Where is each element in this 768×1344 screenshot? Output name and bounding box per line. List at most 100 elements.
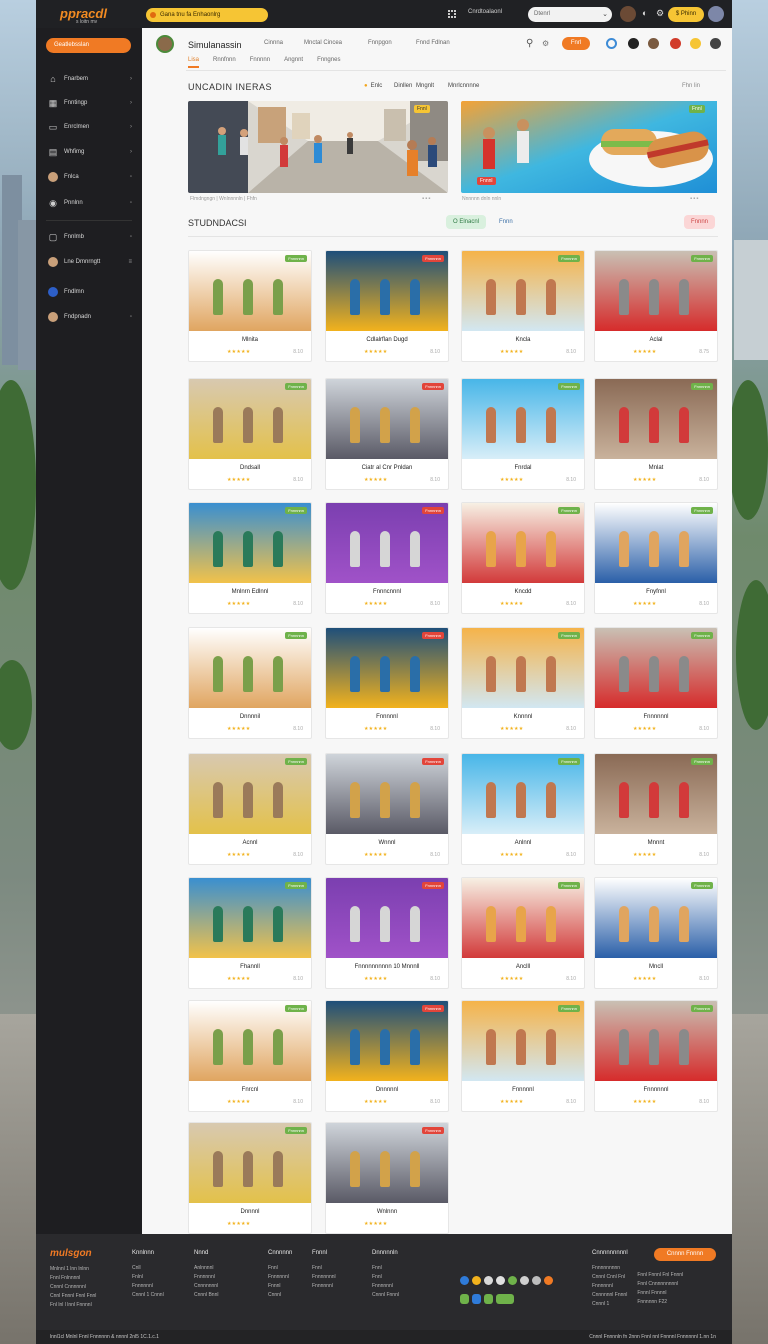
leaf-icon[interactable] [508,1276,517,1285]
product-card[interactable]: Fnnnnnn Fnrdal ★★★★★ 8.10 [461,378,585,490]
product-card[interactable]: Fnnnnnn Dndsall ★★★★★ 8.10 [188,378,312,490]
footer-link[interactable]: Fnnnnnn F22 [637,1299,683,1305]
footer-link[interactable]: Anlnnnnl [194,1265,218,1271]
product-card[interactable]: Fnnnnnn Anlnnl ★★★★★ 8.10 [461,753,585,865]
card-image[interactable]: Fnnnnnn [326,754,448,834]
sidebar-item-1[interactable]: ▦ Fnntingp › [48,97,132,109]
footer-link[interactable]: Fnnnl [268,1283,292,1289]
page-avatar[interactable] [156,35,174,53]
product-card[interactable]: Fnnnnnn Fnnncnnnl ★★★★★ 8.10 [325,502,449,614]
tab-3[interactable]: Angnnt [284,57,303,68]
card-image[interactable]: Fnnnnnn [595,754,717,834]
android-icon[interactable] [460,1294,469,1304]
featured-filter-0[interactable]: Enlc [364,83,383,89]
footer-link[interactable]: Fnnnnnnl [312,1283,336,1289]
footer-link[interactable]: Fnnnnnnnnn [592,1265,627,1271]
footer-link[interactable]: Cnll [132,1265,164,1271]
section-filter-red[interactable]: Fnnnn [684,215,716,229]
play-store-icon[interactable] [484,1294,493,1304]
product-card[interactable]: Fnnnnnn Mncll ★★★★★ 8.10 [594,877,718,989]
app-store-badge[interactable] [496,1294,514,1304]
user-icon[interactable] [628,38,639,49]
product-card[interactable]: Fnnnnnn Mnlnrn Edlnnl ★★★★★ 8.10 [188,502,312,614]
card-image[interactable]: Fnnnnnn [462,1001,584,1081]
product-card[interactable]: Fnnnnnn Fnrcnl ★★★★★ 8.10 [188,1000,312,1112]
footer-link[interactable]: Fnlnl [132,1274,164,1280]
card-image[interactable]: Fnnnnnn [326,878,448,958]
header-nav-1[interactable]: Mnctal Cincea [304,40,342,46]
gear-icon[interactable]: ⚙ [542,39,549,48]
card-image[interactable]: Fnnnnnn [189,878,311,958]
card-image[interactable]: Fnnnnnn [189,379,311,459]
product-card[interactable]: Fnnnnnn Kncla ★★★★★ 8.10 [461,250,585,362]
product-card[interactable]: Fnnnnnn Acnnl ★★★★★ 8.10 [188,753,312,865]
section-filter-green[interactable]: O Elnacnl [446,215,487,229]
footer-link[interactable]: Cnnnl Cnnl Fnl [592,1274,627,1280]
footer-link[interactable]: Cnnnl Cnnnnnnl [50,1284,96,1290]
card-image[interactable]: Fnnnnnn [462,754,584,834]
avatar[interactable] [648,38,659,49]
card-image[interactable]: Fnnnnnn [462,503,584,583]
product-card[interactable]: Fnnnnnn Fnnnnnnl ★★★★★ 8.10 [594,1000,718,1112]
profile-avatar[interactable] [708,6,724,22]
sidebar-item-2[interactable]: ▭ Enrclmen › [48,121,132,133]
header-action-button[interactable]: Fnrl [562,37,590,50]
footer-link[interactable]: Cnnnl 1 Cnnnl [132,1292,164,1298]
carousel-dots-icon[interactable]: ▪▪▪ [690,196,699,202]
card-image[interactable]: Fnnnnnn [462,379,584,459]
sidebar-item-5[interactable]: ◉ Pnnlnn ▫ [48,197,132,209]
card-image[interactable]: Fnnnnnn [595,878,717,958]
product-card[interactable]: Fnnnnnn Anclll ★★★★★ 8.10 [461,877,585,989]
footer-link[interactable]: Fnnl [372,1274,399,1280]
star-icon[interactable] [472,1276,481,1285]
info-icon[interactable] [606,38,617,49]
featured-image-food[interactable]: Fnnnl Fnnl [461,101,721,193]
sidebar-item-9[interactable]: Fndpnadn ▫ [48,311,132,323]
footer-link[interactable]: Cnnnl 1 [592,1301,627,1307]
footer-link[interactable]: Fnnnnnnl [194,1274,218,1280]
sidebar-primary-button[interactable]: Geatlebsslan [46,38,131,53]
footer-link[interactable]: Fnnl Fnlnnnnl [50,1275,96,1281]
card-image[interactable]: Fnnnnnn [326,1123,448,1203]
sidebar-item-7[interactable]: Lne Dmnrngtt ≡ [48,256,132,268]
product-card[interactable]: Fnnnnnn Dnnnnil ★★★★★ 8.10 [188,627,312,739]
featured-filter-2[interactable]: Mngnlt [416,83,434,89]
card-image[interactable]: Fnnnnnn [326,503,448,583]
card-image[interactable]: Fnnnnnn [462,628,584,708]
product-card[interactable]: Fnnnnnn Mnlat ★★★★★ 8.10 [594,378,718,490]
footer-link[interactable]: Fnnnnnnl [132,1283,164,1289]
footer-link[interactable]: Fnnnnnnl [372,1283,399,1289]
footer-link[interactable]: Cnnnl Bnnl [194,1292,218,1298]
card-image[interactable]: Fnnnnnn [595,379,717,459]
carousel-dots-icon[interactable]: ▪▪▪ [422,196,431,202]
card-image[interactable]: Fnnnnnn [326,251,448,331]
header-nav-0[interactable]: Cinnna [264,40,283,46]
sidebar-item-0[interactable]: ⌂ Fnarbem › [48,73,132,85]
product-card[interactable]: Fnnnnnn Fnyfnnl ★★★★★ 8.10 [594,502,718,614]
product-card[interactable]: Fnnnnnn Wnnnl ★★★★★ 8.10 [325,753,449,865]
footer-link[interactable]: Fnnl Fnnnl Fnl Fnnnl [637,1272,683,1278]
sidebar-item-3[interactable]: ▤ Whfimg › [48,146,132,158]
share-icon[interactable] [484,1276,493,1285]
footer-link[interactable]: Fnnnnnnl [268,1274,292,1280]
product-card[interactable]: Fnnnnnn Dnnnnl ★★★★★ [188,1122,312,1234]
card-image[interactable]: Fnnnnnn [595,251,717,331]
card-image[interactable]: Fnnnnnn [189,754,311,834]
card-image[interactable]: Fnnnnnn [462,251,584,331]
settings-icon[interactable]: ⚙ [656,8,664,19]
card-image[interactable]: Fnnnnnn [326,379,448,459]
footer-link[interactable]: Fnnnl Fnnnnl [637,1290,683,1296]
sidebar-item-4[interactable]: Fnlca ▫ [48,171,132,183]
footer-link[interactable]: Cnnnnnnnl [194,1283,218,1289]
footer-legal[interactable]: Cnnnl Fnnnnln fn 2nnn Fnnl nnl Fnnnnl Fn… [589,1330,716,1344]
product-card[interactable]: Fnnnnnn Kncdd ★★★★★ 8.10 [461,502,585,614]
card-image[interactable]: Fnnnnnn [189,1001,311,1081]
header-nav-2[interactable]: Fnnpgon [368,40,392,46]
user-avatar[interactable] [620,6,636,22]
featured-filter-3[interactable]: Mnrlcnnnne [448,83,479,89]
tab-1[interactable]: Rnnfnnn [213,57,236,68]
featured-right-link[interactable]: Fhn lin [682,83,700,89]
section-filter-blue[interactable]: Fnnn [492,215,520,229]
menu-icon[interactable] [710,38,721,49]
card-image[interactable]: Fnnnnnn [595,628,717,708]
